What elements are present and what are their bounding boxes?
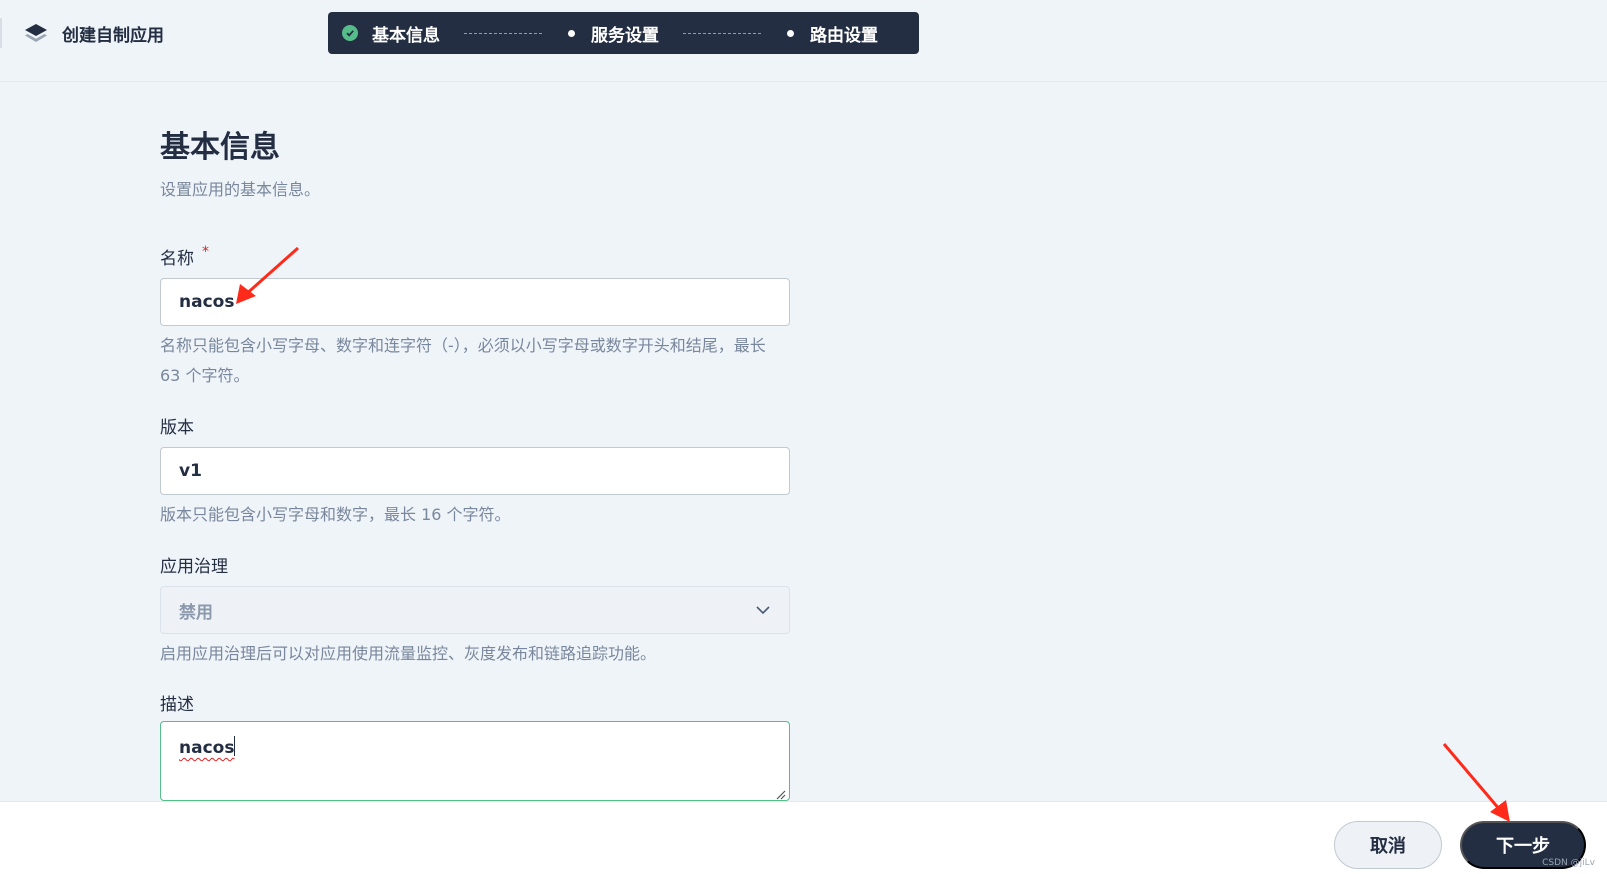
step-route-settings[interactable]: 路由设置 [787,21,878,46]
app-header: 创建自制应用 基本信息 服务设置 路由设置 [0,0,1607,82]
governance-selected-value: 禁用 [179,602,213,623]
required-mark: * [202,244,209,260]
text-caret [234,736,236,756]
step-label: 服务设置 [591,25,659,46]
watermark: CSDN @jiLv [1542,858,1595,868]
step-label: 路由设置 [810,25,878,46]
cancel-button[interactable]: 取消 [1334,821,1442,869]
governance-hint: 启用应用治理后可以对应用使用流量监控、灰度发布和链路追踪功能。 [160,644,657,663]
page-title: 创建自制应用 [62,26,164,46]
section-description: 设置应用的基本信息。 [160,180,321,199]
governance-label: 应用治理 [160,557,228,577]
step-label: 基本信息 [372,25,440,46]
step-indicator: 基本信息 服务设置 路由设置 [328,12,919,54]
form-footer: 取消 下一步 CSDN @jiLv [0,801,1607,874]
description-label: 描述 [160,695,194,715]
basic-info-section: 基本信息 设置应用的基本信息。 [160,130,790,200]
name-input-value: nacos [179,292,235,312]
section-title: 基本信息 [160,130,280,165]
version-label: 版本 [160,418,194,438]
check-circle-icon [342,25,358,41]
version-input-value: v1 [179,461,202,481]
name-input[interactable]: nacos [160,278,790,326]
governance-select[interactable]: 禁用 [160,586,790,634]
description-textarea[interactable]: nacos [160,721,790,801]
step-separator [683,32,761,34]
resize-handle-icon[interactable] [774,785,786,800]
version-hint: 版本只能包含小写字母和数字，最长 16 个字符。 [160,505,511,524]
chevron-down-icon [755,600,771,620]
step-separator [464,32,542,34]
layers-icon [24,22,48,46]
step-basic-info[interactable]: 基本信息 [342,21,440,46]
name-hint: 名称只能包含小写字母、数字和连字符（-），必须以小写字母或数字开头和结尾，最长 … [160,336,766,385]
name-label: 名称 * [160,244,209,269]
step-dot-icon [568,29,575,37]
step-service-settings[interactable]: 服务设置 [568,21,659,46]
step-dot-icon [787,29,794,37]
version-input[interactable]: v1 [160,447,790,495]
name-label-text: 名称 [160,249,194,269]
description-value: nacos [179,738,235,758]
